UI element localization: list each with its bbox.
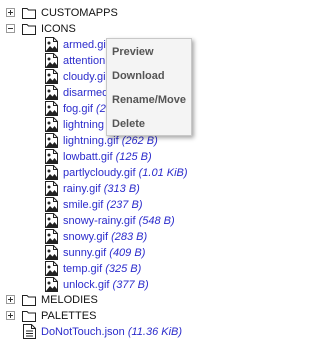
context-menu: Preview Download Rename/Move Delete: [106, 38, 192, 136]
folder-label[interactable]: MELODIES: [41, 292, 98, 308]
image-file-icon: [45, 261, 58, 276]
file-link[interactable]: fog.gif (2: [63, 101, 106, 117]
file-name[interactable]: attention: [63, 55, 105, 67]
file-tree: CUSTOMAPPS ICONS armed.gif attention cloud…: [0, 0, 256, 358]
expand-plus-icon[interactable]: [6, 8, 15, 17]
file-size: (283 B): [111, 231, 148, 243]
image-file-icon: [45, 229, 58, 244]
folder-icon: [22, 8, 36, 19]
file-link[interactable]: cloudy.gi: [63, 69, 106, 85]
file-size: (11.36 KiB): [127, 326, 183, 338]
file-name[interactable]: partlycloudy.gif: [63, 167, 136, 179]
folder-icon: [22, 295, 36, 306]
file-size: (262 B): [121, 135, 158, 147]
image-file-icon: [45, 69, 58, 84]
file-name[interactable]: lightning.gif: [63, 135, 119, 147]
file-link[interactable]: partlycloudy.gif (1.01 KiB): [63, 165, 188, 181]
file-name[interactable]: rainy.gif: [63, 183, 101, 195]
file-name[interactable]: cloudy.gi: [63, 71, 106, 83]
folder-label[interactable]: CUSTOMAPPS: [41, 5, 118, 21]
file-link[interactable]: lowbatt.gif (125 B): [63, 149, 152, 165]
file-size: (2: [96, 103, 106, 115]
folder-label[interactable]: ICONS: [41, 21, 76, 37]
file-link[interactable]: snowy.gif (283 B): [63, 229, 147, 245]
file-name[interactable]: unlock.gif: [63, 279, 109, 291]
folder-label[interactable]: PALETTES: [41, 308, 96, 324]
file-size: (125 B): [115, 151, 152, 163]
image-file-icon: [45, 277, 58, 292]
file-link[interactable]: DoNotTouch.json (11.36 KiB): [41, 324, 182, 340]
expand-plus-icon[interactable]: [6, 295, 15, 304]
expand-plus-icon[interactable]: [6, 311, 15, 320]
image-file-icon: [45, 37, 58, 52]
file-name[interactable]: sunny.gif: [63, 247, 106, 259]
file-name[interactable]: armed.gif: [63, 39, 109, 51]
text-file-icon: [23, 324, 36, 339]
file-size: (409 B): [109, 247, 146, 259]
file-size: (548 B): [138, 215, 175, 227]
folder-icon: [22, 311, 36, 322]
image-file-icon: [45, 165, 58, 180]
image-file-icon: [45, 181, 58, 196]
file-link[interactable]: unlock.gif (377 B): [63, 277, 149, 293]
collapse-minus-icon[interactable]: [6, 24, 15, 33]
image-file-icon: [45, 213, 58, 228]
file-size: (237 B): [106, 199, 143, 211]
file-link[interactable]: snowy-rainy.gif (548 B): [63, 213, 175, 229]
file-link[interactable]: disarmed: [63, 85, 108, 101]
image-file-icon: [45, 117, 58, 132]
file-size: (1.01 KiB): [138, 167, 188, 179]
file-link[interactable]: temp.gif (325 B): [63, 261, 141, 277]
file-name[interactable]: snowy.gif: [63, 231, 108, 243]
file-name[interactable]: DoNotTouch.json: [41, 326, 125, 338]
folder-icon: [22, 24, 36, 35]
image-file-icon: [45, 149, 58, 164]
file-size: (377 B): [112, 279, 149, 291]
file-name[interactable]: snowy-rainy.gif: [63, 215, 136, 227]
image-file-icon: [45, 197, 58, 212]
file-link[interactable]: smile.gif (237 B): [63, 197, 142, 213]
menu-item-download[interactable]: Download: [112, 69, 165, 83]
image-file-icon: [45, 133, 58, 148]
file-link[interactable]: armed.gif: [63, 37, 109, 53]
menu-item-rename-move[interactable]: Rename/Move: [112, 93, 186, 107]
file-name[interactable]: lightning: [63, 119, 104, 131]
image-file-icon: [45, 53, 58, 68]
file-size: (313 B): [103, 183, 140, 195]
file-name[interactable]: temp.gif: [63, 263, 102, 275]
file-name[interactable]: smile.gif: [63, 199, 103, 211]
file-size: (325 B): [105, 263, 142, 275]
file-link[interactable]: attention: [63, 53, 105, 69]
file-link[interactable]: rainy.gif (313 B): [63, 181, 140, 197]
image-file-icon: [45, 101, 58, 116]
file-link[interactable]: lightning: [63, 117, 104, 133]
menu-item-preview[interactable]: Preview: [112, 45, 154, 59]
image-file-icon: [45, 245, 58, 260]
image-file-icon: [45, 85, 58, 100]
menu-item-delete[interactable]: Delete: [112, 117, 145, 131]
file-link[interactable]: sunny.gif (409 B): [63, 245, 145, 261]
file-name[interactable]: fog.gif: [63, 103, 93, 115]
file-name[interactable]: disarmed: [63, 87, 108, 99]
file-name[interactable]: lowbatt.gif: [63, 151, 113, 163]
